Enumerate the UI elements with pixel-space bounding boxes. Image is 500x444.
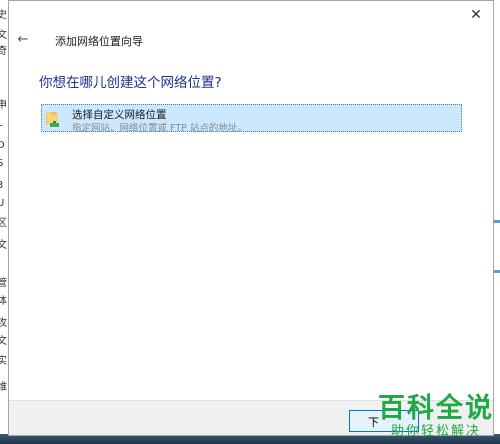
bg-fragment: 文 <box>0 30 7 41</box>
bg-fragment: D <box>0 140 5 151</box>
wizard-title: 添加网络位置向导 <box>55 35 143 48</box>
bg-fragment: L <box>0 118 3 129</box>
bg-fragment: U <box>0 198 4 209</box>
bg-fragment: 实 <box>0 356 7 367</box>
option-description: 指定网站、网络位置或 FTP 站点的地址。 <box>72 123 247 134</box>
background-right-strip <box>494 0 500 444</box>
next-button[interactable]: 下 <box>349 410 419 432</box>
add-network-location-wizard: ✕ ← 添加网络位置向导 你想在哪儿创建这个网络位置? 选择自定义网络位置 指定… <box>8 0 494 436</box>
bg-accent-mark <box>494 220 500 223</box>
bg-fragment: 文 <box>0 336 7 347</box>
bg-fragment: 文 <box>0 240 7 251</box>
bg-fragment: 维 <box>0 382 7 393</box>
bg-fragment: 管 <box>0 278 7 289</box>
folder-network-icon <box>46 112 59 127</box>
bg-fragment: 区 <box>0 218 7 229</box>
bg-accent-mark <box>494 270 500 273</box>
bg-fragment: 3 <box>0 180 3 191</box>
custom-network-location-option[interactable]: 选择自定义网络位置 指定网站、网络位置或 FTP 站点的地址。 <box>41 104 462 134</box>
page-heading: 你想在哪儿创建这个网络位置? <box>39 75 222 91</box>
bg-fragment: 史 <box>0 10 7 21</box>
bg-fragment: 攻 <box>0 318 7 329</box>
bg-fragment: S <box>0 158 3 169</box>
bg-fragment: 申 <box>0 100 7 111</box>
bg-fragment: 体 <box>0 296 7 307</box>
bg-fragment: 奇 <box>0 46 7 57</box>
back-button[interactable]: ← <box>13 29 33 49</box>
close-button[interactable]: ✕ <box>465 5 487 25</box>
close-icon: ✕ <box>470 7 482 23</box>
next-button-label: 下 <box>368 416 379 429</box>
wizard-footer: 下 <box>9 400 493 435</box>
back-arrow-icon: ← <box>17 31 29 47</box>
